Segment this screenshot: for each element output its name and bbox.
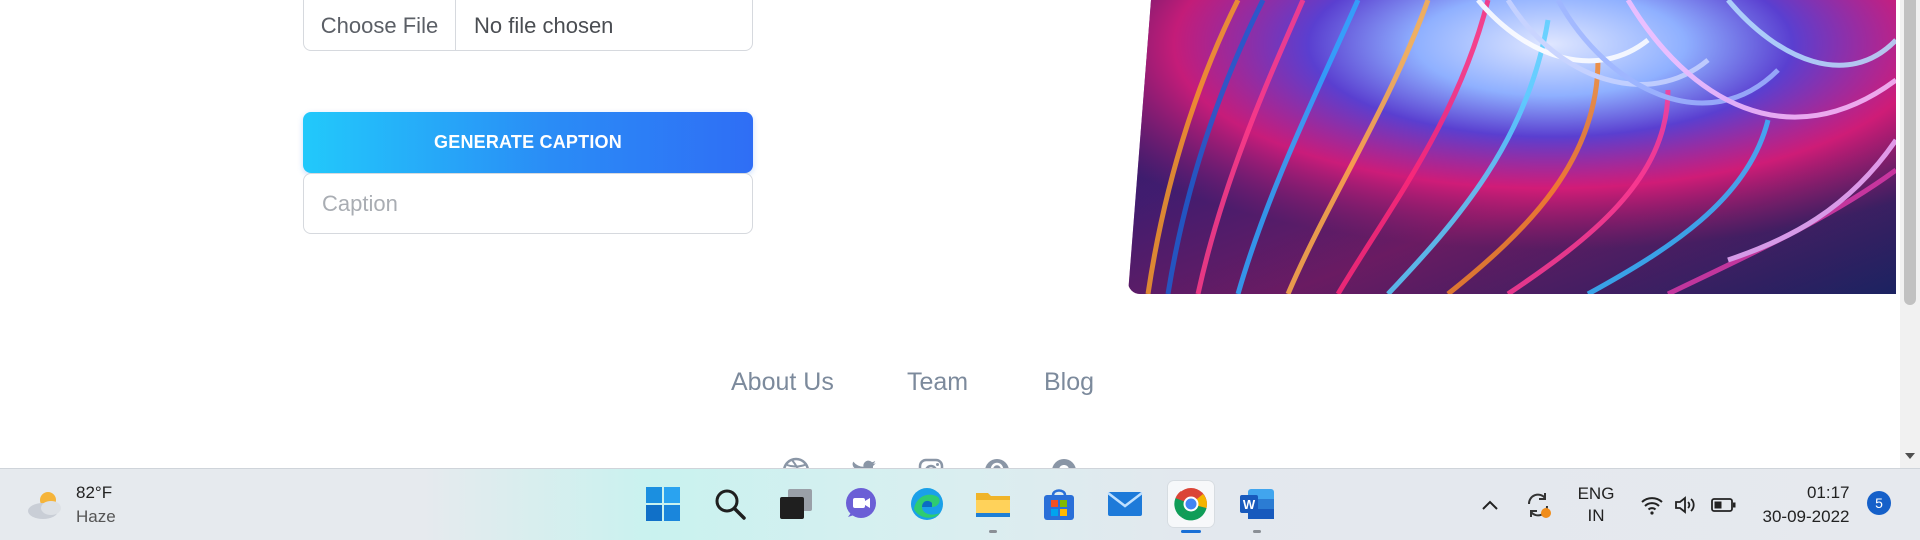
- file-explorer-button[interactable]: [970, 481, 1016, 533]
- start-button[interactable]: [640, 481, 686, 527]
- language-region: IN: [1587, 506, 1605, 525]
- mail-button[interactable]: [1102, 481, 1148, 527]
- github-icon[interactable]: [1049, 456, 1079, 468]
- scrollbar-thumb[interactable]: [1904, 0, 1916, 305]
- footer-link-team[interactable]: Team: [907, 368, 968, 397]
- running-indicator: [1253, 530, 1261, 533]
- weather-widget[interactable]: 82°F Haze: [26, 481, 116, 529]
- choose-file-button[interactable]: Choose File: [304, 0, 456, 50]
- file-input[interactable]: Choose File No file chosen: [303, 0, 753, 51]
- hero-image: [1128, 0, 1896, 294]
- battery-button[interactable]: [1710, 483, 1738, 527]
- language-indicator[interactable]: ENG IN: [1572, 483, 1620, 527]
- clock[interactable]: 01:17 30-09-2022: [1756, 483, 1856, 527]
- search-icon: [715, 489, 746, 520]
- social-icons-row: [0, 456, 1900, 468]
- task-view-icon: [780, 489, 812, 519]
- twitter-icon[interactable]: [849, 456, 879, 468]
- dribbble-icon[interactable]: [781, 456, 811, 468]
- clock-date: 30-09-2022: [1762, 507, 1850, 526]
- footer-links: About Us Team Blog: [0, 368, 1900, 404]
- start-icon: [646, 487, 680, 521]
- teams-chat-button[interactable]: [838, 481, 884, 527]
- sync-status-button[interactable]: [1522, 483, 1554, 527]
- sync-icon: [1527, 493, 1551, 518]
- speaker-icon: [1675, 496, 1695, 514]
- search-button[interactable]: [707, 481, 753, 527]
- active-indicator: [1181, 530, 1201, 533]
- pinterest-icon[interactable]: [982, 456, 1012, 468]
- footer-link-about-us[interactable]: About Us: [731, 368, 834, 397]
- generate-caption-button[interactable]: GENERATE CAPTION: [303, 112, 753, 173]
- clock-time: 01:17: [1806, 483, 1850, 502]
- page-content: Choose File No file chosen GENERATE CAPT…: [0, 0, 1900, 468]
- weather-temperature: 82°F: [76, 483, 113, 502]
- microsoft-store-button[interactable]: [1036, 481, 1082, 527]
- edge-button[interactable]: [904, 481, 950, 527]
- file-status-text: No file chosen: [474, 12, 614, 38]
- running-indicator: [989, 530, 997, 533]
- vertical-scrollbar[interactable]: [1900, 0, 1920, 468]
- task-view-button[interactable]: [773, 481, 819, 527]
- footer-link-blog[interactable]: Blog: [1044, 368, 1094, 397]
- volume-button[interactable]: [1672, 483, 1700, 527]
- svg-text:W: W: [1243, 497, 1256, 512]
- teams-chat-icon: [846, 488, 876, 518]
- file-explorer-icon: [976, 493, 1010, 517]
- chrome-button[interactable]: [1168, 481, 1214, 533]
- caption-input[interactable]: [303, 173, 753, 234]
- word-button[interactable]: W: [1234, 481, 1280, 533]
- language-code: ENG: [1577, 484, 1615, 503]
- weather-haze-icon: [28, 492, 61, 519]
- scroll-down-arrow-icon[interactable]: [1900, 446, 1920, 466]
- taskbar: 82°F Haze W ENG IN 01:17 30-09-2022: [0, 468, 1920, 540]
- word-icon: W: [1240, 489, 1274, 519]
- notification-badge[interactable]: 5: [1867, 491, 1891, 515]
- edge-icon: [911, 488, 943, 520]
- battery-icon: [1711, 498, 1736, 512]
- wifi-icon: [1641, 497, 1663, 515]
- microsoft-store-icon: [1044, 489, 1074, 520]
- weather-condition: Haze: [76, 507, 116, 526]
- chevron-up-icon: [1482, 500, 1498, 510]
- wifi-button[interactable]: [1638, 483, 1666, 527]
- mail-icon: [1107, 492, 1143, 516]
- chrome-icon: [1174, 488, 1207, 521]
- show-hidden-icons-button[interactable]: [1478, 483, 1502, 527]
- instagram-icon[interactable]: [916, 456, 946, 468]
